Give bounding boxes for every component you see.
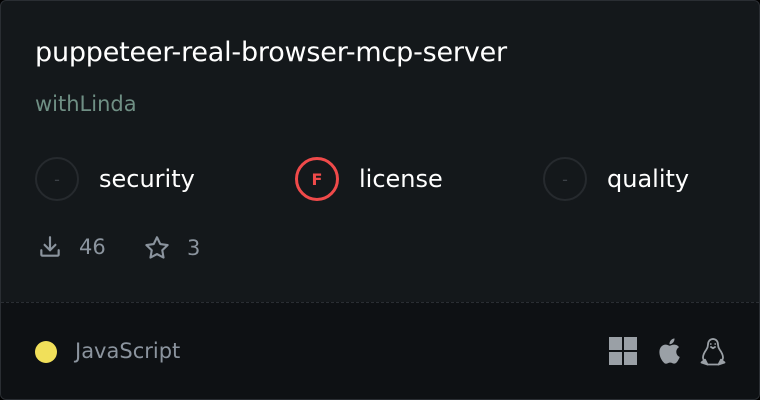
license-score: F license bbox=[295, 156, 443, 202]
linux-icon bbox=[699, 337, 727, 371]
download-icon bbox=[37, 234, 63, 260]
downloads-count: 46 bbox=[79, 235, 106, 259]
stars-stat: 3 bbox=[143, 234, 200, 262]
quality-label: quality bbox=[607, 165, 690, 193]
downloads-stat: 46 bbox=[37, 234, 106, 260]
server-card[interactable]: puppeteer-real-browser-mcp-server withLi… bbox=[0, 0, 760, 400]
quality-score: - quality bbox=[543, 156, 689, 202]
author-name[interactable]: withLinda bbox=[35, 92, 137, 116]
apple-icon bbox=[655, 337, 681, 369]
license-label: license bbox=[359, 165, 443, 193]
windows-icon bbox=[609, 337, 637, 369]
server-title[interactable]: puppeteer-real-browser-mcp-server bbox=[35, 37, 507, 68]
security-score: - security bbox=[35, 156, 195, 202]
language-color-dot bbox=[35, 341, 57, 363]
quality-badge: - bbox=[543, 157, 587, 201]
license-badge: F bbox=[295, 157, 339, 201]
security-badge: - bbox=[35, 157, 79, 201]
card-footer: JavaScript bbox=[1, 302, 759, 399]
star-icon bbox=[143, 234, 171, 262]
stars-count: 3 bbox=[187, 236, 201, 260]
language-name: JavaScript bbox=[75, 339, 181, 363]
security-label: security bbox=[99, 165, 195, 193]
